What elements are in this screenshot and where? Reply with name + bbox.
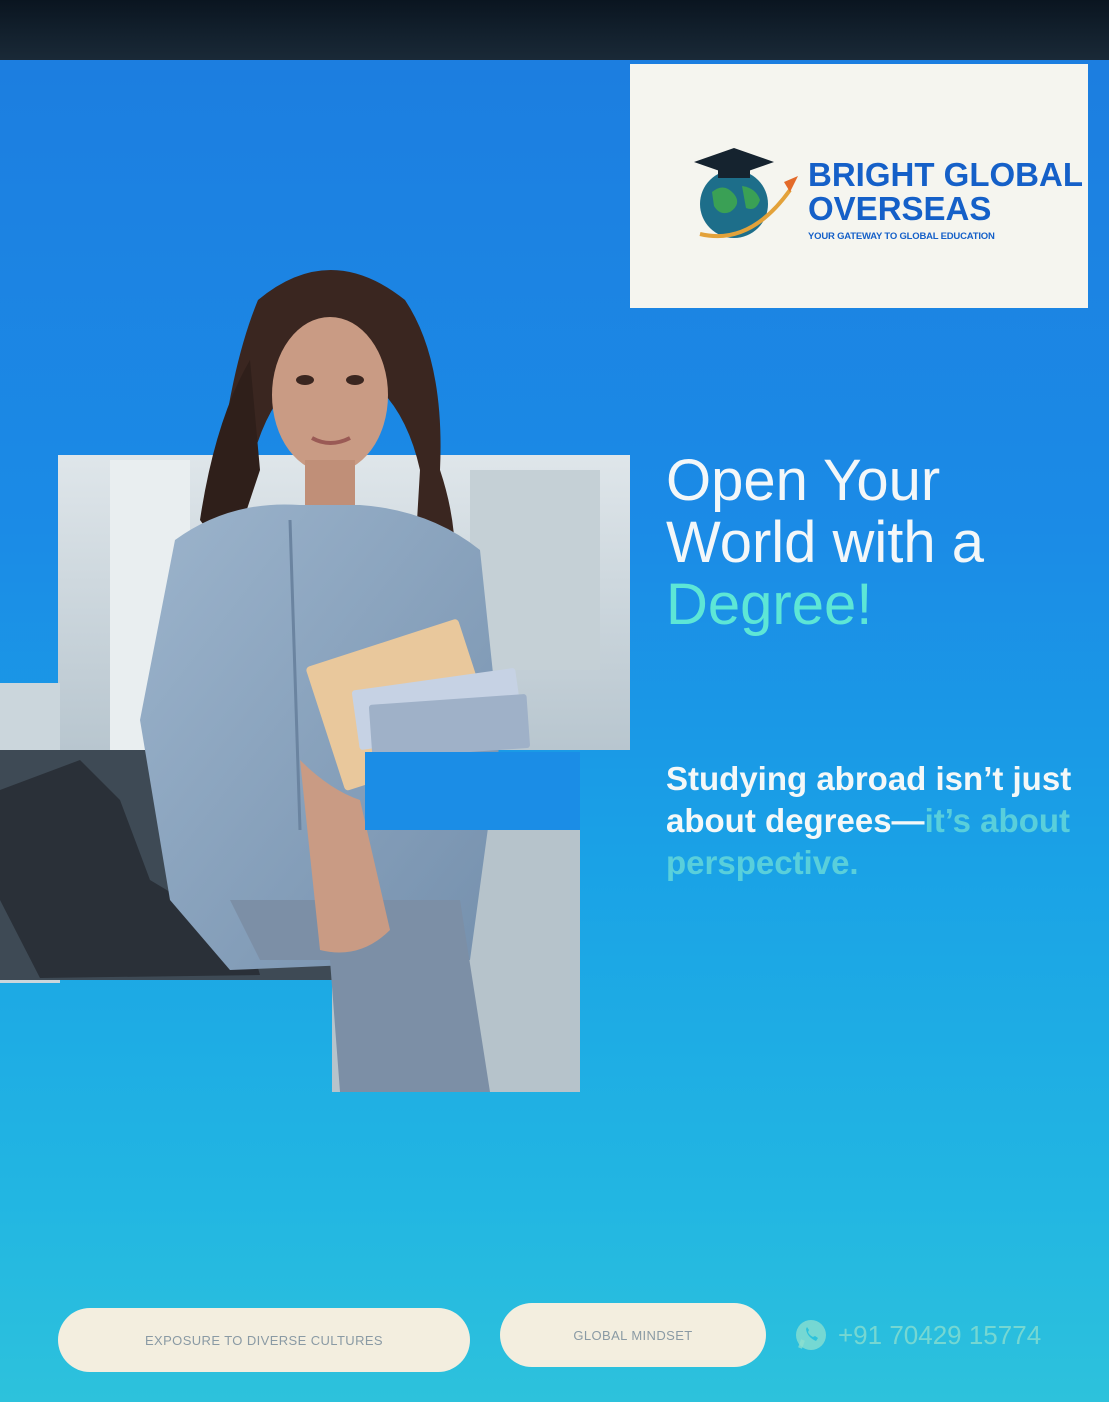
pill-global-mindset-label: GLOBAL MINDSET	[573, 1327, 693, 1343]
pill-exposure-cultures[interactable]: EXPOSURE TO DIVERSE CULTURES	[58, 1308, 470, 1372]
brand-name-line1: BRIGHT GLOBAL	[808, 156, 1083, 193]
headline-line1: Open Your	[666, 448, 941, 513]
whatsapp-icon	[796, 1320, 826, 1350]
brand-tagline: YOUR GATEWAY TO GLOBAL EDUCATION	[808, 231, 995, 242]
phone-number: +91 70429 15774	[838, 1319, 1042, 1350]
brand-name-line2: OVERSEAS	[808, 190, 992, 227]
graduation-globe-icon	[694, 148, 798, 239]
pill-exposure-cultures-label: EXPOSURE TO DIVERSE CULTURES	[144, 1332, 384, 1348]
headline-line2: World with a	[666, 510, 985, 575]
body-text: Studying abroad isn’t just about degrees…	[666, 758, 1086, 884]
headline-line3: Degree!	[666, 572, 873, 637]
contact-phone[interactable]: +91 70429 15774	[794, 1318, 1041, 1352]
poster-screen: BRIGHT GLOBAL OVERSEAS YOUR GATEWAY TO G…	[0, 0, 1109, 1402]
pill-global-mindset[interactable]: GLOBAL MINDSET	[500, 1303, 766, 1367]
top-dark-bar	[0, 0, 1109, 62]
headline: Open Your World with a Degree!	[666, 450, 1096, 636]
